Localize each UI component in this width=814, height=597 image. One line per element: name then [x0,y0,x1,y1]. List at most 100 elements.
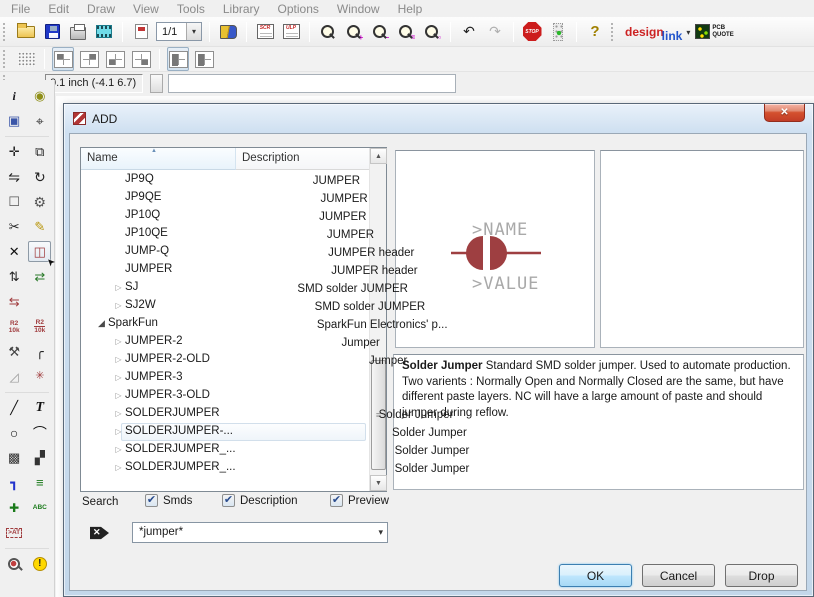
quadrant-bottom-left-button[interactable] [104,47,126,71]
menu-file[interactable]: File [2,1,39,17]
erc-tool[interactable] [3,553,26,574]
filter-combobox[interactable]: *jumper* ▾ [132,522,388,543]
list-row[interactable]: ▷JUMPER-2-OLDJumper [81,351,369,369]
arc-tool[interactable]: ⌒ [28,422,51,443]
toolbar-grip[interactable] [3,50,9,68]
menu-help[interactable]: Help [389,1,432,17]
redo-button[interactable]: ↷ [484,20,506,44]
description-checkbox[interactable]: ✔Description [222,494,298,507]
circle-tool[interactable]: ○ [3,422,26,443]
attribute-tool[interactable]: >AT [3,522,26,543]
tree-collapsed-icon[interactable]: ▷ [112,283,125,292]
list-row[interactable]: JP10QEJUMPER [81,225,369,243]
errors-tool[interactable]: ! [28,553,51,574]
quadrant-top-right-button[interactable] [78,47,100,71]
menu-tools[interactable]: Tools [168,1,214,17]
label-tool[interactable]: ABC [28,497,51,518]
split-tool[interactable]: ◿ [3,366,26,387]
run-ulp-button[interactable]: ULP [280,20,302,44]
undo-button[interactable]: ↶ [458,20,480,44]
menu-edit[interactable]: Edit [39,1,78,17]
zoom-select-button[interactable]: = [395,20,417,44]
half-left-alt-button[interactable] [193,47,215,71]
list-row[interactable]: JUMPERJUMPER header [81,261,369,279]
tree-collapsed-icon[interactable]: ▷ [112,445,125,454]
scroll-up-button[interactable]: ▲ [370,148,387,164]
list-row[interactable]: ▷SOLDERJUMPER_...Solder Jumper [81,459,369,477]
print-button[interactable] [67,20,89,44]
grid-button[interactable] [15,47,37,71]
menu-options[interactable]: Options [269,1,328,17]
smash-tool[interactable]: ⚒ [3,341,26,362]
replace-tool[interactable]: ⇄ [28,266,51,287]
tree-collapsed-icon[interactable]: ▷ [112,409,125,418]
text-tool[interactable]: T [28,397,51,418]
smds-checkbox[interactable]: ✔Smds [145,494,192,507]
scroll-down-button[interactable]: ▼ [370,475,387,491]
tree-collapsed-icon[interactable]: ▷ [112,463,125,472]
list-row[interactable]: ◢SparkFunSparkFun Electronics' p... [81,315,369,333]
list-row[interactable]: ▷SJ2WSMD solder JUMPER [81,297,369,315]
toolbar-grip[interactable] [611,23,617,41]
chevron-down-icon[interactable]: ▾ [686,28,690,37]
gateswap-tool[interactable]: ⇆ [3,291,26,312]
pinswap-tool[interactable]: ⇅ [3,266,26,287]
use-library-button[interactable] [217,20,239,44]
rotate-tool[interactable]: ↻ [28,166,51,187]
tree-collapsed-icon[interactable]: ▷ [112,337,125,346]
list-row[interactable]: ▷SOLDERJUMPER-...Solder Jumper [81,423,369,441]
list-row[interactable]: ▷JUMPER-2Jumper [81,333,369,351]
list-row[interactable]: ▷SJSMD solder JUMPER [81,279,369,297]
checkbox-box[interactable]: ✔ [330,494,343,507]
list-row[interactable]: JUMP-QJUMPER header [81,243,369,261]
list-row[interactable]: ▷JUMPER-3 [81,369,369,387]
export-image-button[interactable] [93,20,115,44]
value-tool[interactable]: R210k [28,316,51,337]
cancel-button[interactable]: Cancel [642,564,715,587]
command-input[interactable] [168,74,456,93]
menu-draw[interactable]: Draw [78,1,124,17]
miter-tool[interactable]: ╭ [28,341,51,362]
show-tool[interactable]: ◉ [28,85,51,106]
menu-window[interactable]: Window [328,1,389,17]
menu-library[interactable]: Library [214,1,269,17]
chevron-down-icon[interactable]: ▾ [186,23,201,40]
half-left-button[interactable] [167,47,189,71]
column-header-name[interactable]: Name ▲ [81,148,236,170]
ok-button[interactable]: OK [559,564,632,587]
tree-collapsed-icon[interactable]: ▷ [112,355,125,364]
delete-tool[interactable]: ✕ [3,241,26,262]
rect-tool[interactable]: ▩ [3,447,26,468]
polygon-tool[interactable]: ▞ [28,447,51,468]
list-row[interactable]: JP9QJUMPER [81,171,369,189]
save-button[interactable] [41,20,63,44]
zoom-out-button[interactable]: − [369,20,391,44]
zoom-redraw-button[interactable]: ▫ [421,20,443,44]
pcb-quote-button[interactable]: PCB QUOTE [695,20,733,44]
tree-collapsed-icon[interactable]: ▷ [112,373,125,382]
tree-expanded-icon[interactable]: ◢ [95,318,108,329]
move-tool[interactable]: ✛ [3,141,26,162]
wire-tool[interactable]: ╱ [3,397,26,418]
quadrant-top-left-button[interactable] [52,47,74,71]
toolbar-grip[interactable] [3,23,9,41]
net-tool[interactable]: ≡ [28,472,51,493]
quadrant-bottom-right-button[interactable] [130,47,152,71]
zoom-fit-button[interactable] [317,20,339,44]
list-row[interactable]: JP10QJUMPER [81,207,369,225]
change-tool[interactable]: ⚙ [28,191,51,212]
paste-tool[interactable]: ✎ [28,216,51,237]
run-script-button[interactable]: SCR [254,20,276,44]
invoke-tool[interactable]: ✳ [28,366,51,387]
tree-collapsed-icon[interactable]: ▷ [112,427,125,436]
open-button[interactable] [15,20,37,44]
stop-button[interactable]: STOP [521,20,543,44]
designlink-button[interactable]: design link ▾ [625,25,693,39]
drop-button[interactable]: Drop [725,564,798,587]
list-row[interactable]: ▷SOLDERJUMPER_...Solder Jumper [81,441,369,459]
tree-collapsed-icon[interactable]: ▷ [112,301,125,310]
bus-tool[interactable]: ┓ [3,472,26,493]
dialog-titlebar[interactable]: ADD [64,104,813,133]
chevron-down-icon[interactable]: ▾ [378,527,383,538]
list-row[interactable]: ▷SOLDERJUMPERSolder Jumper [81,405,369,423]
